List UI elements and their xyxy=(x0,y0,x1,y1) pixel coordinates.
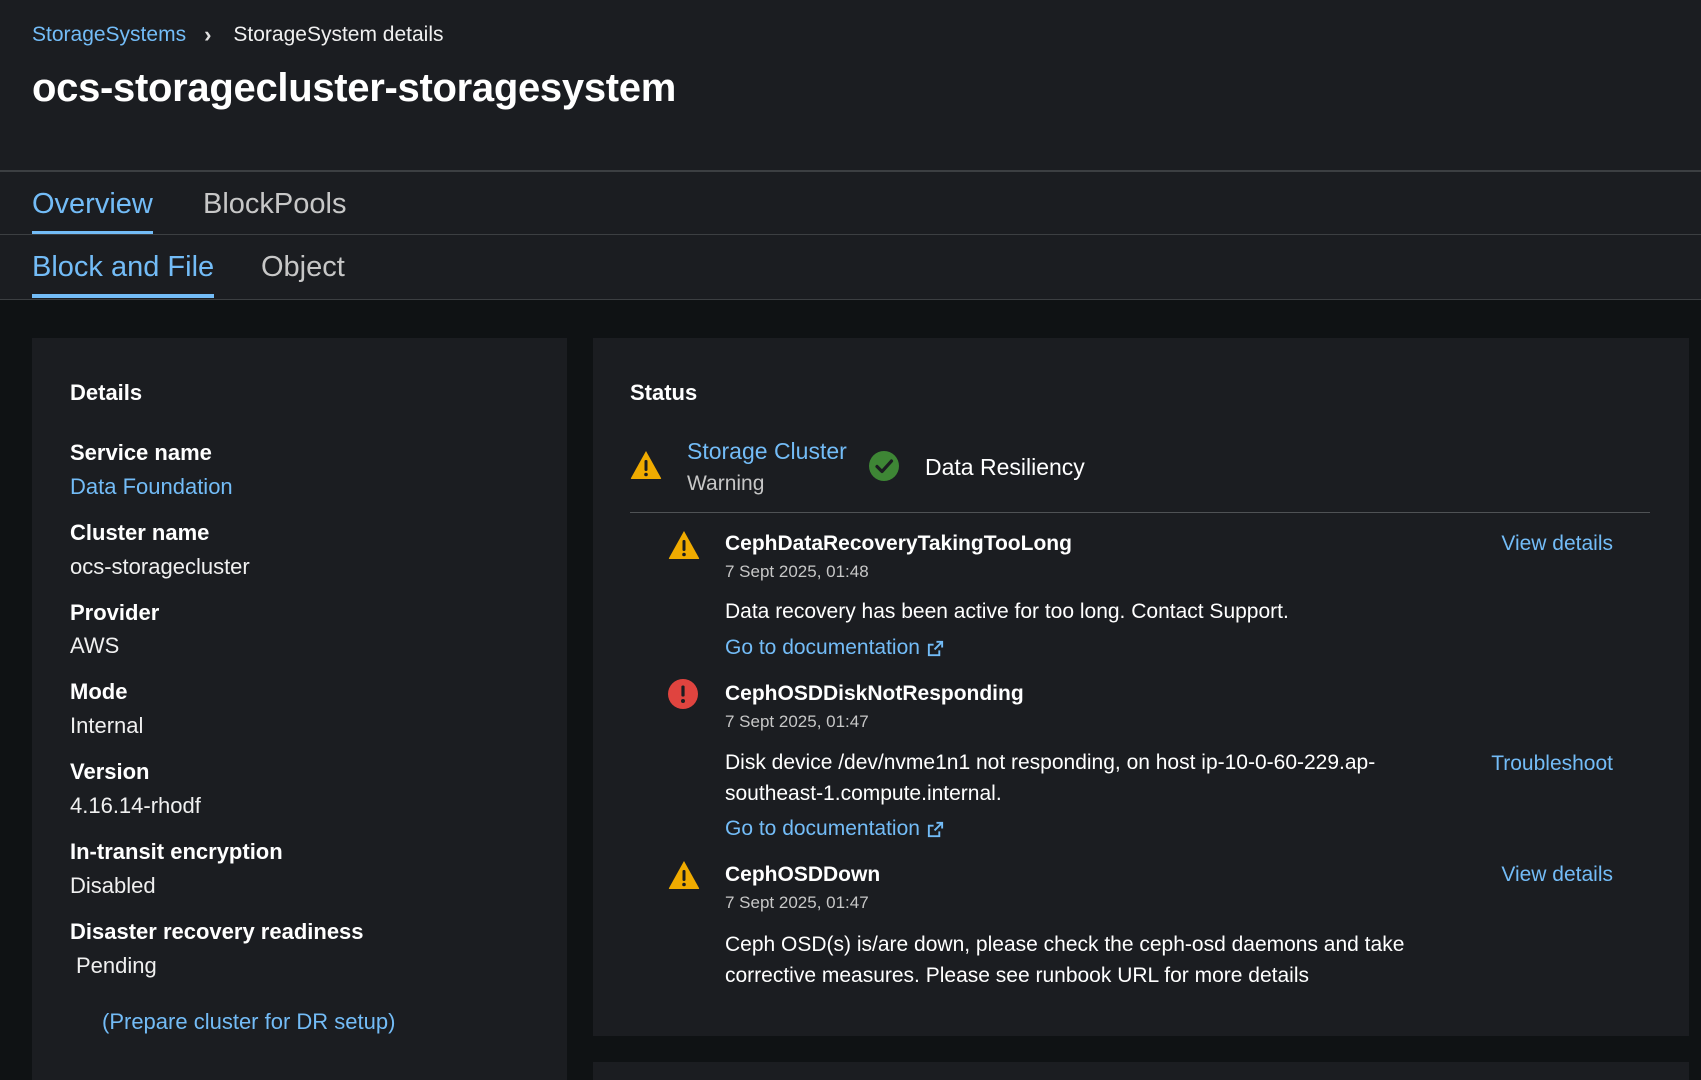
alert-message: Ceph OSD(s) is/are down, please check th… xyxy=(725,933,1405,987)
version-label: Version xyxy=(70,759,150,784)
cluster-name-label: Cluster name xyxy=(70,520,210,545)
view-details-link[interactable]: View details xyxy=(1501,532,1613,556)
warning-icon xyxy=(668,860,700,895)
tab-overview[interactable]: Overview xyxy=(32,188,153,235)
secondary-tabs: Block and File Object xyxy=(0,234,1701,300)
check-circle-icon xyxy=(869,451,899,486)
tab-block-and-file[interactable]: Block and File xyxy=(32,251,215,298)
details-card: Details Service name Data Foundation Clu… xyxy=(32,338,567,1080)
provider-label: Provider xyxy=(70,600,160,625)
alert-time: 7 Sept 2025, 01:48 xyxy=(725,562,869,581)
alert-time: 7 Sept 2025, 01:47 xyxy=(725,893,869,912)
disaster-recovery-label: Disaster recovery readiness xyxy=(70,919,364,944)
storage-cluster-link[interactable]: Storage Cluster xyxy=(687,438,847,465)
go-to-documentation-label: Go to documentation xyxy=(725,636,920,659)
breadcrumb-current: StorageSystem details xyxy=(233,23,444,46)
service-name-label: Service name xyxy=(70,440,212,465)
page-header: StorageSystems › StorageSystem details o… xyxy=(0,0,1701,172)
view-details-link[interactable]: View details xyxy=(1501,863,1613,887)
data-resiliency-label: Data Resiliency xyxy=(925,454,1085,480)
mode-value: Internal xyxy=(70,713,144,738)
prepare-dr-setup-link[interactable]: (Prepare cluster for DR setup) xyxy=(102,1009,395,1035)
in-transit-encryption-label: In-transit encryption xyxy=(70,839,283,864)
external-link-icon xyxy=(927,640,944,656)
warning-icon xyxy=(630,450,662,485)
exclamation-circle-icon xyxy=(668,679,698,714)
alert-name: CephOSDDiskNotResponding xyxy=(725,682,1024,705)
primary-tabs: Overview BlockPools xyxy=(0,170,1701,235)
provider-value: AWS xyxy=(70,633,120,658)
breadcrumb: StorageSystems › StorageSystem details xyxy=(32,22,444,48)
alert-name: CephDataRecoveryTakingTooLong xyxy=(725,532,1072,555)
status-divider xyxy=(630,512,1650,513)
external-link-icon xyxy=(927,821,944,837)
details-card-title: Details xyxy=(70,380,143,405)
go-to-documentation-label: Go to documentation xyxy=(725,817,920,840)
tab-blockpools[interactable]: BlockPools xyxy=(203,188,346,231)
alert-time: 7 Sept 2025, 01:47 xyxy=(725,712,869,731)
service-name-link[interactable]: Data Foundation xyxy=(70,474,233,500)
warning-icon xyxy=(668,530,700,565)
next-card xyxy=(593,1062,1689,1080)
version-value: 4.16.14-rhodf xyxy=(70,793,201,818)
in-transit-encryption-value: Disabled xyxy=(70,873,156,898)
alert-message: Disk device /dev/nvme1n1 not responding,… xyxy=(725,751,1376,805)
go-to-documentation-link[interactable]: Go to documentation xyxy=(725,636,945,660)
page-title: ocs-storagecluster-storagesystem xyxy=(32,66,676,110)
mode-label: Mode xyxy=(70,679,128,704)
cluster-name-value: ocs-storagecluster xyxy=(70,554,250,579)
alert-name: CephOSDDown xyxy=(725,863,881,886)
storage-cluster-state: Warning xyxy=(687,472,765,495)
disaster-recovery-value: Pending xyxy=(76,953,157,978)
go-to-documentation-link[interactable]: Go to documentation xyxy=(725,817,945,841)
status-card-title: Status xyxy=(630,380,698,405)
status-card: Status Storage Cluster Warning Data Resi… xyxy=(593,338,1689,1036)
troubleshoot-link[interactable]: Troubleshoot xyxy=(1491,752,1613,776)
breadcrumb-storagesystems-link[interactable]: StorageSystems xyxy=(32,23,186,47)
alert-message: Data recovery has been active for too lo… xyxy=(725,600,1289,623)
tab-object[interactable]: Object xyxy=(261,251,345,294)
chevron-right-icon: › xyxy=(204,22,212,47)
